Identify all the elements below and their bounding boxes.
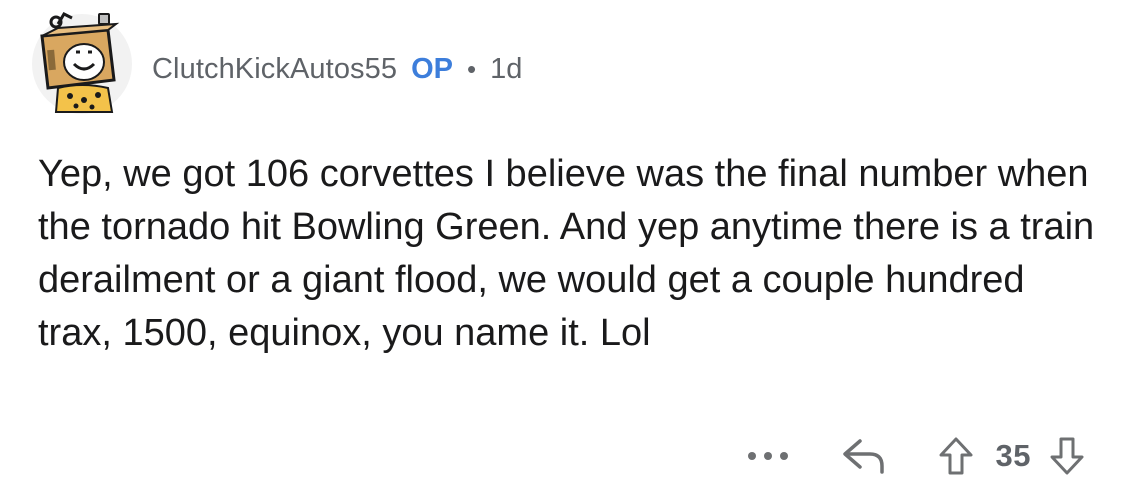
op-badge: OP bbox=[411, 53, 454, 85]
comment-header: ClutchKickAutos55 OP • 1d bbox=[28, 6, 522, 118]
cardboard-box-avatar-icon bbox=[32, 12, 132, 114]
avatar[interactable] bbox=[28, 8, 136, 116]
comment-body: Yep, we got 106 corvettes I believe was … bbox=[38, 153, 1095, 354]
comment-card: ClutchKickAutos55 OP • 1d Yep, we got 10… bbox=[0, 0, 1123, 502]
upvote-arrow-icon[interactable] bbox=[938, 436, 974, 476]
vote-score: 35 bbox=[995, 438, 1031, 473]
separator-dot: • bbox=[467, 54, 477, 84]
reply-arrow-icon[interactable] bbox=[840, 436, 886, 476]
comment-actions: 35 bbox=[746, 428, 1085, 484]
ellipsis-icon[interactable] bbox=[746, 450, 790, 462]
author-row: ClutchKickAutos55 OP • 1d bbox=[152, 52, 522, 86]
comment-age: 1d bbox=[490, 53, 523, 85]
downvote-arrow-icon[interactable] bbox=[1049, 436, 1085, 476]
username-link[interactable]: ClutchKickAutos55 bbox=[152, 52, 397, 86]
